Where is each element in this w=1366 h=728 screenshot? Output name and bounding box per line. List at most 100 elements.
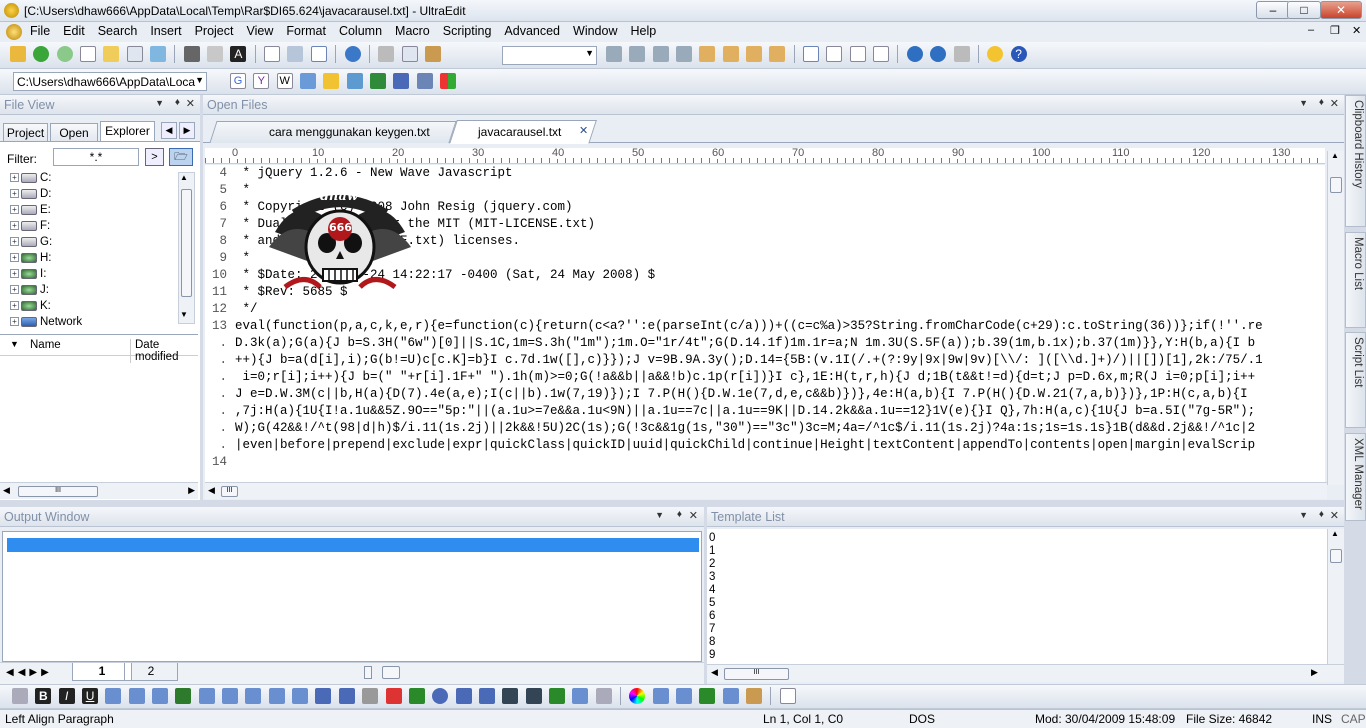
expand-icon[interactable]: +	[10, 301, 19, 311]
flickr-icon[interactable]	[416, 73, 433, 89]
info-icon[interactable]	[323, 73, 340, 89]
output-tab-2[interactable]: 2	[124, 663, 178, 681]
align-right-icon[interactable]	[849, 46, 866, 62]
tab-scroll-right[interactable]: ▶	[179, 122, 195, 139]
bold-icon[interactable]: B	[35, 688, 52, 704]
wikipedia-icon[interactable]: W	[276, 73, 293, 89]
template-item[interactable]: 9	[709, 649, 715, 662]
expand-icon[interactable]: +	[10, 237, 19, 247]
open-files-pin-icon[interactable]: ♦	[1319, 97, 1324, 108]
copy-icon[interactable]	[401, 46, 418, 62]
tree-item-drive[interactable]: + D:	[0, 188, 52, 204]
close-button[interactable]: ✕	[1320, 1, 1362, 19]
file-view-tab-explorer[interactable]: Explorer	[100, 121, 155, 142]
find-in-files-icon[interactable]	[676, 46, 693, 62]
column-name-header[interactable]: Name	[30, 339, 61, 351]
windows-icon[interactable]	[440, 73, 457, 89]
maximize-button[interactable]: □	[1287, 1, 1321, 19]
code-line[interactable]: . W);G(42&&!/^t(98|d|h)$/i.11(1s.2j)||2k&…	[205, 420, 1255, 437]
output-content[interactable]	[2, 531, 702, 662]
menu-file[interactable]: File	[23, 22, 56, 38]
replace-icon[interactable]	[652, 46, 669, 62]
password-icon[interactable]	[362, 688, 379, 704]
align-center-icon[interactable]	[826, 46, 843, 62]
tree-item-drive[interactable]: + C:	[0, 172, 52, 188]
editor-vertical-scrollbar[interactable]: ▲	[1327, 151, 1344, 485]
output-close-icon[interactable]: ✕	[689, 509, 698, 522]
tree-item-drive[interactable]: + H:	[0, 252, 52, 268]
output-selected-line[interactable]	[7, 538, 699, 552]
anchor-link-icon[interactable]	[525, 688, 542, 704]
column-mode-icon[interactable]	[310, 46, 327, 62]
bookmark-prev-icon[interactable]	[746, 46, 763, 62]
output-pin-icon[interactable]: ♦	[677, 509, 682, 520]
bookmark-icon[interactable]	[699, 46, 716, 62]
google-icon[interactable]: G	[230, 73, 246, 89]
expand-icon[interactable]: +	[10, 253, 19, 263]
code-line[interactable]: . i=0;r[i];i++){J b=(" "+r[i].1F+" ").1h…	[205, 369, 1255, 386]
tree-item-drive[interactable]: + E:	[0, 204, 51, 220]
mdi-minimize-button[interactable]: –	[1308, 24, 1314, 36]
code-line[interactable]: . ,7j:H(a){1U{I!a.1u&&5Z.9O=="5p:"||(a.1u…	[205, 403, 1255, 420]
help-icon[interactable]: ?	[1010, 46, 1027, 62]
frameset-icon[interactable]	[572, 688, 589, 704]
save-icon[interactable]	[150, 46, 167, 62]
filter-apply-button[interactable]: >	[145, 148, 164, 166]
template-item[interactable]: 1	[709, 545, 715, 558]
doc-menu-icon[interactable]	[6, 24, 22, 40]
php-icon[interactable]	[370, 73, 387, 89]
dictionary-icon[interactable]	[346, 73, 363, 89]
editor-horizontal-scrollbar[interactable]: ◀ III	[205, 482, 1327, 499]
file-list-horizontal-scrollbar[interactable]: ◀ III ▶	[0, 482, 198, 499]
editor-area[interactable]: 4 * jQuery 1.2.6 - New Wave Javascript 5 …	[205, 165, 1325, 482]
side-tab-clipboard-history[interactable]: Clipboard History	[1345, 95, 1366, 227]
yahoo-icon[interactable]: Y	[253, 73, 270, 89]
forward-icon[interactable]	[56, 46, 73, 62]
menu-scripting[interactable]: Scripting	[436, 22, 498, 38]
expand-icon[interactable]: +	[10, 317, 19, 327]
side-tab-macro-list[interactable]: Macro List	[1345, 232, 1366, 328]
find-next-icon[interactable]	[629, 46, 646, 62]
template-horizontal-scrollbar[interactable]: ◀ III ▶	[707, 664, 1344, 682]
menu-search[interactable]: Search	[91, 22, 144, 38]
side-tab-xml-manager[interactable]: XML Manager	[1345, 433, 1366, 521]
tree-item-drive[interactable]: + I:	[0, 268, 46, 284]
menu-help[interactable]: Help	[623, 22, 662, 38]
back-icon[interactable]	[33, 46, 50, 62]
more-icon[interactable]	[595, 688, 612, 704]
open-icon[interactable]	[10, 46, 26, 62]
code-line[interactable]: 12 */	[205, 301, 258, 318]
tab-close-icon[interactable]: ✕	[579, 124, 588, 137]
font-icon[interactable]: A	[230, 46, 247, 62]
web-icon[interactable]	[344, 46, 361, 62]
mdi-restore-button[interactable]: ❐	[1330, 24, 1340, 37]
column-date-header[interactable]: Date modified	[130, 339, 198, 363]
table-icon[interactable]	[198, 688, 215, 704]
panel-menu-icon[interactable]: ▼	[155, 98, 164, 108]
code-line[interactable]: . ++){J b=a(d[i],i);G(b!=U)c[c.K]=b}I c.7…	[205, 352, 1262, 369]
menu-format[interactable]: Format	[279, 22, 332, 38]
menu-macro[interactable]: Macro	[388, 22, 436, 38]
paragraph-icon[interactable]	[128, 688, 145, 704]
tip-bulb-icon[interactable]	[987, 46, 1004, 62]
file-view-tab-open[interactable]: Open	[50, 123, 98, 142]
reset-icon[interactable]	[385, 688, 402, 704]
ftp-icon[interactable]	[930, 46, 947, 62]
filter-input[interactable]: *.*	[53, 148, 139, 166]
comment-icon[interactable]	[652, 688, 669, 704]
menu-window[interactable]: Window	[566, 22, 623, 38]
code-line[interactable]: 9 *	[205, 250, 250, 267]
print-icon[interactable]	[183, 46, 200, 62]
tree-item-drive[interactable]: + G:	[0, 236, 52, 252]
template-item[interactable]: 4	[709, 584, 715, 597]
expand-icon[interactable]: +	[10, 189, 19, 199]
cut-icon[interactable]	[378, 46, 395, 62]
output-menu-icon[interactable]: ▼	[655, 510, 664, 520]
template-item[interactable]: 3	[709, 571, 715, 584]
expand-icon[interactable]: +	[10, 173, 19, 183]
anchor-icon[interactable]	[502, 688, 519, 704]
html-toolbar-icon[interactable]	[12, 688, 28, 704]
color-wheel-icon[interactable]	[629, 688, 646, 704]
panel-close-icon[interactable]: ✕	[186, 97, 195, 110]
button-icon[interactable]	[315, 688, 332, 704]
